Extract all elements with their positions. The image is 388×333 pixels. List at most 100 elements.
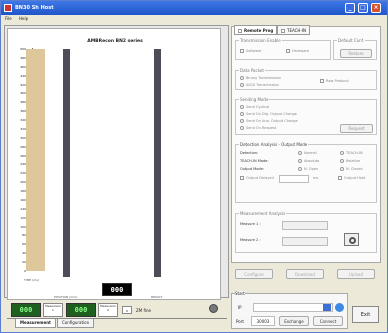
y-tick-label: 260 [20,153,26,158]
measure-2-label: Measurem 2 [98,303,118,317]
exchange-button[interactable]: Exchange [279,316,309,326]
data-packet-label: Data Packet [239,68,265,73]
x-label-result: RESULT [151,295,163,299]
software-checkbox[interactable]: Software [240,49,261,53]
sending-mode-group: Sending Mode Send Cyclical Send On Dig. … [235,97,377,135]
measure-1-select[interactable] [282,221,328,230]
app-icon [4,4,12,12]
measure-2-field-label: Measure 2 : [240,238,261,242]
camera-icon[interactable] [344,233,359,246]
port-input[interactable]: 30003 [251,316,275,326]
y-tick-label: 20 [22,260,26,265]
measure-bar-2 [154,49,161,277]
y-tick-label: 180 [20,189,26,194]
measure-2-label-text: Measurem 2 [100,304,116,312]
ip-input[interactable] [253,303,333,312]
n-open-radio[interactable]: N. Open [298,167,318,171]
teach-in-radio[interactable]: TEACH-IN [340,151,363,155]
data-packet-group: Data Packet Binary Transmission ASCII Tr… [235,68,377,90]
delay-input[interactable] [279,175,309,183]
start-label: Start [235,291,245,296]
y-tick-label: 40 [22,251,26,256]
menu-file[interactable]: File [5,16,12,21]
y-tick-label: 140 [20,206,26,211]
default-conf-group: Default Conf. Restore [333,38,377,60]
main-window: BN30 Sh Host _ □ × File Help AMBRecon BN… [0,0,388,333]
ascii-radio[interactable]: ASCII Transmission [240,83,279,87]
settings-knob-icon[interactable] [209,304,218,313]
output-delayed-checkbox[interactable]: Output Delayed [240,176,274,180]
send-on-request-radio[interactable]: Send On Request [240,126,276,130]
ip-label: IP [238,305,242,310]
y-tick-label: 60 [22,242,26,247]
tab-configuration[interactable]: Configuration [57,319,95,328]
output-mode-label: Output Mode: [240,167,264,171]
transmission-group: Transmission Enable Software Hardware [235,38,331,60]
detection-field-label: Detection: [240,151,259,155]
send-cyclical-radio[interactable]: Send Cyclical [240,105,269,109]
tab-icon [281,29,285,33]
y-tick-label: 80 [22,233,26,238]
y-tick-label: 480 [20,55,26,60]
y-tick-label: 280 [20,144,26,149]
measure-2-display: 000 [66,303,96,317]
y-tick-label: 320 [20,126,26,131]
hardware-checkbox[interactable]: Hardware [286,49,309,53]
ip-dropdown-button[interactable] [323,304,331,311]
sending-mode-label: Sending Mode [239,97,270,102]
title-bar: BN30 Sh Host _ □ × [1,1,387,15]
tab-remote-prog-label: Remote Prog [244,28,274,33]
y-tick-label: 100 [20,224,26,229]
y-tick-label: 220 [20,171,26,176]
measure-1-display: 000 [11,303,41,317]
binary-radio[interactable]: Binary Transmission [240,76,281,80]
digit-box[interactable]: 0 [122,306,132,314]
send-ana-change-radio[interactable]: Send On Ana. Output Change [240,119,298,123]
request-button[interactable]: Request [340,124,373,133]
y-tick-label: 340 [20,118,26,123]
port-label: Port [236,319,244,324]
y-tick-label: 360 [20,109,26,114]
menu-help[interactable]: Help [19,16,28,21]
send-dig-change-radio[interactable]: Send On Dig. Output Change [240,112,297,116]
config-panel: Remote Prog TEACH-IN Transmission Enable… [231,25,381,263]
measure-1-label: Measurem 1 [43,303,63,317]
y-tick-label: 440 [20,73,26,78]
measure-1-field-label: Measure 1 : [240,222,261,226]
bottom-tabs: Measurement Configuration [7,318,227,328]
restore-button[interactable]: Restore [340,49,372,58]
ms-label: ms [313,176,319,180]
tab-measurement[interactable]: Measurement [15,319,56,328]
exit-button[interactable]: Exit [352,306,379,323]
n-closed-radio[interactable]: N. Closed [340,167,363,171]
y-tick-label: 200 [20,180,26,185]
relative-radio[interactable]: Relative [340,159,360,163]
configure-button[interactable]: Configure [235,269,273,279]
upload-button[interactable]: Upload [337,269,375,279]
window-title: BN30 Sh Host [15,5,54,11]
menu-bar: File Help [1,15,387,23]
reference-bar [26,49,45,271]
tab-teach-in[interactable]: TEACH-IN [277,25,311,35]
start-group: Start IP Port 30003 Exchange Connect [231,291,348,329]
normal-radio[interactable]: Normal [298,151,317,155]
absolute-radio[interactable]: Absolute [298,159,319,163]
raw-protocol-checkbox[interactable]: Raw Protocol [320,79,349,83]
y-tick-label: 420 [20,82,26,87]
detection-label: Detection Analysis - Output Mode [239,142,309,147]
minimize-button[interactable]: _ [345,3,355,13]
speed-label: ZM fine [136,308,151,313]
measure-2-select[interactable] [282,237,328,246]
y-tick-label: 120 [20,215,26,220]
close-button[interactable]: × [371,3,381,13]
connect-button[interactable]: Connect [313,316,343,326]
maximize-button[interactable]: □ [358,3,368,13]
tab-teach-in-label: TEACH-IN [287,28,307,33]
output-hold-checkbox[interactable]: Output Hold [338,176,365,180]
plot-area: AMBRecon BN2 series 500 480 460 440 420 400 38… [7,28,221,300]
refresh-icon[interactable] [335,303,344,312]
download-button[interactable]: Download [286,269,324,279]
x-label-position: POSITION (mm) [54,295,78,299]
y-tick-label: 0 [24,269,26,273]
tab-remote-prog[interactable]: Remote Prog [234,25,278,35]
